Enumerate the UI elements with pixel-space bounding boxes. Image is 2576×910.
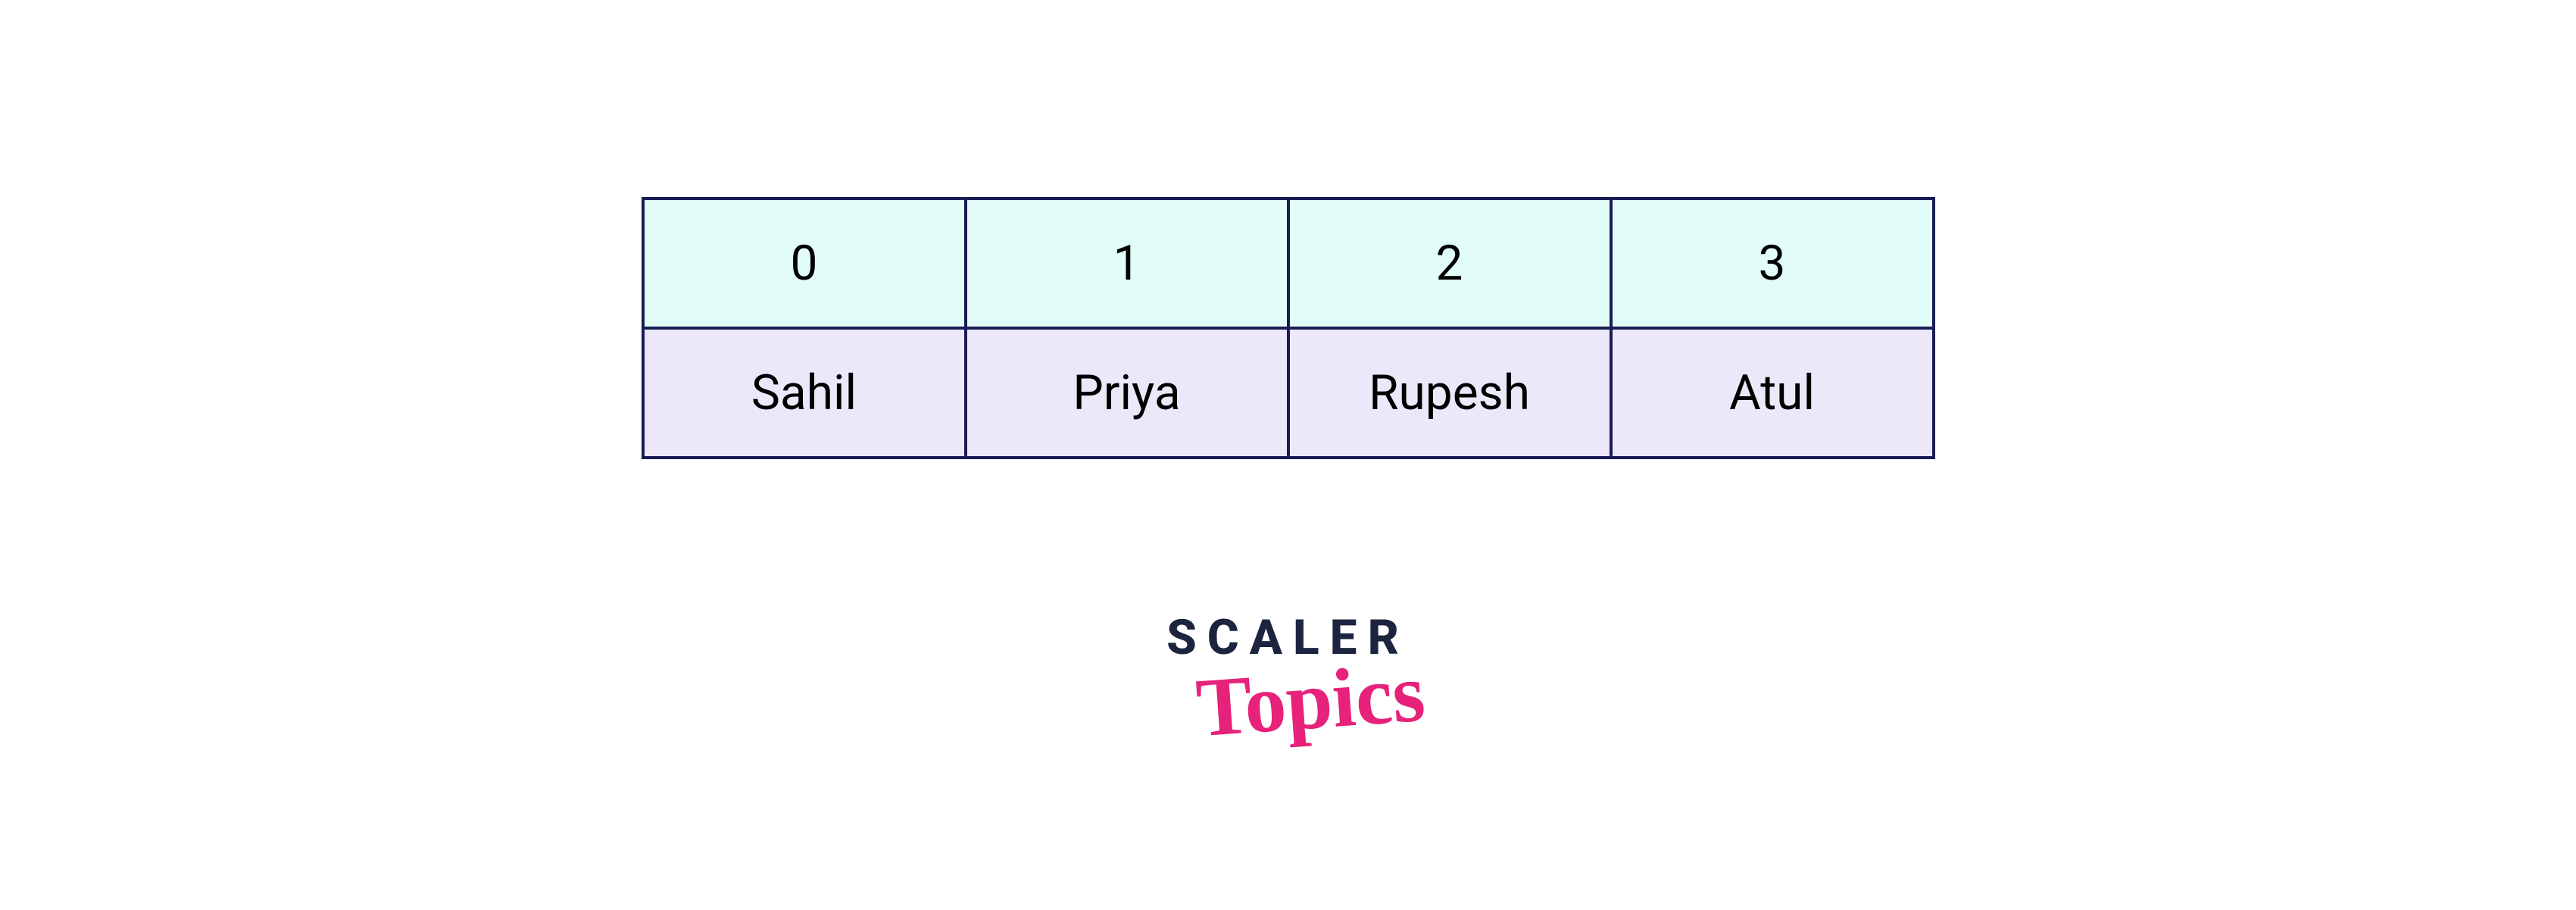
array-value-cell: Sahil [642, 327, 967, 459]
array-index-row: 0 1 2 3 [642, 197, 1935, 330]
diagram-canvas: 0 1 2 3 Sahil Priya Rupesh Atul SCALER T… [0, 0, 2576, 910]
array-value-cell: Rupesh [1287, 327, 1613, 459]
array-index-cell: 3 [1610, 197, 1935, 330]
logo-line-topics: Topics [1194, 658, 1427, 744]
array-index-cell: 0 [642, 197, 967, 330]
array-value-cell: Priya [964, 327, 1290, 459]
array-value-row: Sahil Priya Rupesh Atul [642, 327, 1935, 459]
array-value-cell: Atul [1610, 327, 1935, 459]
array-index-cell: 1 [964, 197, 1290, 330]
scaler-topics-logo: SCALER Topics [1166, 614, 1410, 738]
array-table: 0 1 2 3 Sahil Priya Rupesh Atul [642, 197, 1935, 459]
array-index-cell: 2 [1287, 197, 1613, 330]
